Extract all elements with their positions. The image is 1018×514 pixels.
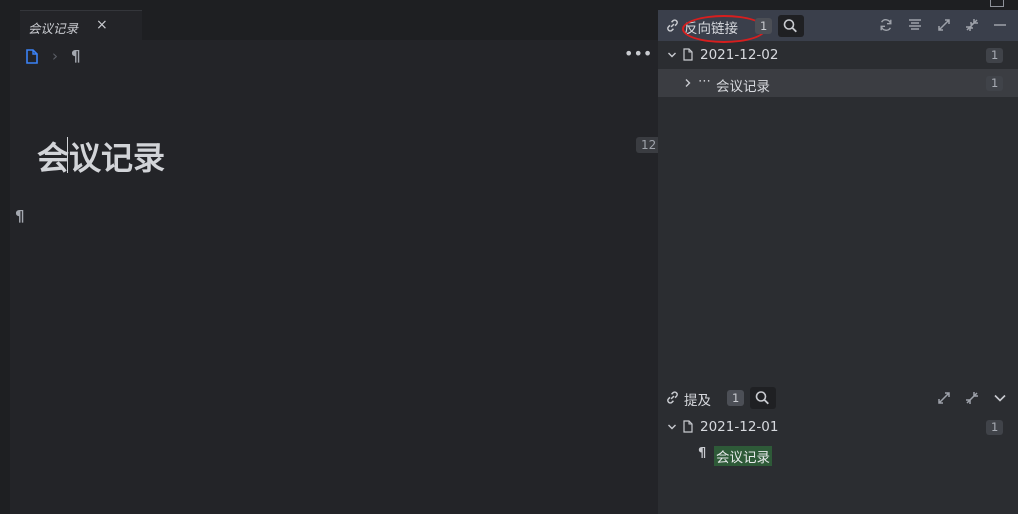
backlink-doc-row[interactable]: 2021-12-02 1 <box>658 41 1018 69</box>
backlinks-header: 反向链接 1 <box>658 10 1018 43</box>
refresh-icon[interactable] <box>879 18 893 32</box>
right-panel: 反向链接 1 2021-12-02 1 ⋯ 会议记录 1 提及 1 2021-1… <box>658 0 1018 514</box>
tab-close-button[interactable]: × <box>96 17 108 33</box>
more-menu-button[interactable]: ••• <box>624 44 652 63</box>
panel-top-strip <box>658 0 1018 10</box>
mentions-header: 提及 1 <box>658 384 1018 412</box>
backlink-block-count: 1 <box>986 76 1004 91</box>
window-restore-icon[interactable] <box>990 0 1004 7</box>
list-block-icon: ⋯ <box>698 74 711 89</box>
backlink-doc-count: 1 <box>986 48 1004 63</box>
paragraph-block-icon: ¶ <box>698 446 707 461</box>
paragraph-block-icon[interactable]: ¶ <box>15 207 25 225</box>
backlink-block-row[interactable]: ⋯ 会议记录 1 <box>658 69 1018 97</box>
backlink-doc-date: 2021-12-02 <box>700 47 779 63</box>
collapse-icon[interactable] <box>965 18 979 32</box>
backlink-block-text: 会议记录 <box>716 79 770 95</box>
document-icon <box>683 48 693 61</box>
link-icon <box>665 18 680 33</box>
breadcrumb-paragraph[interactable]: ¶ <box>71 47 81 65</box>
expand-icon[interactable] <box>937 18 951 32</box>
editor[interactable]: › ¶ ••• 会议记录 12 ¶ <box>10 40 662 514</box>
backlinks-search-button[interactable] <box>778 15 804 37</box>
chevron-down-icon[interactable] <box>993 391 1007 405</box>
chevron-down-icon[interactable] <box>667 50 677 60</box>
tab-bar: 会议记录 × <box>10 0 658 41</box>
tab-meeting-notes[interactable]: 会议记录 × <box>20 10 142 41</box>
backlinks-count-badge: 1 <box>755 18 773 34</box>
tab-title: 会议记录 <box>28 21 79 36</box>
align-center-icon[interactable] <box>908 18 922 32</box>
document-title[interactable]: 会议记录 <box>37 133 165 179</box>
file-icon[interactable] <box>26 49 38 64</box>
mention-doc-count: 1 <box>986 420 1004 435</box>
mentions-search-button[interactable] <box>750 387 776 409</box>
breadcrumb-separator: › <box>52 47 58 65</box>
minimize-icon[interactable] <box>993 18 1007 32</box>
link-icon <box>665 390 680 405</box>
annotation-circle <box>682 15 766 43</box>
expand-icon[interactable] <box>937 391 951 405</box>
mention-block-row[interactable]: ¶ 会议记录 <box>658 441 1018 469</box>
mention-doc-date: 2021-12-01 <box>700 419 779 435</box>
text-caret <box>67 137 68 173</box>
chevron-down-icon[interactable] <box>667 422 677 432</box>
mention-block-text: 会议记录 <box>714 446 772 466</box>
mentions-title: 提及 <box>684 393 711 409</box>
mentions-count-badge: 1 <box>727 390 745 406</box>
chevron-right-icon[interactable] <box>683 78 693 88</box>
document-icon <box>683 420 693 433</box>
mention-doc-row[interactable]: 2021-12-01 1 <box>658 413 1018 441</box>
collapse-icon[interactable] <box>965 391 979 405</box>
